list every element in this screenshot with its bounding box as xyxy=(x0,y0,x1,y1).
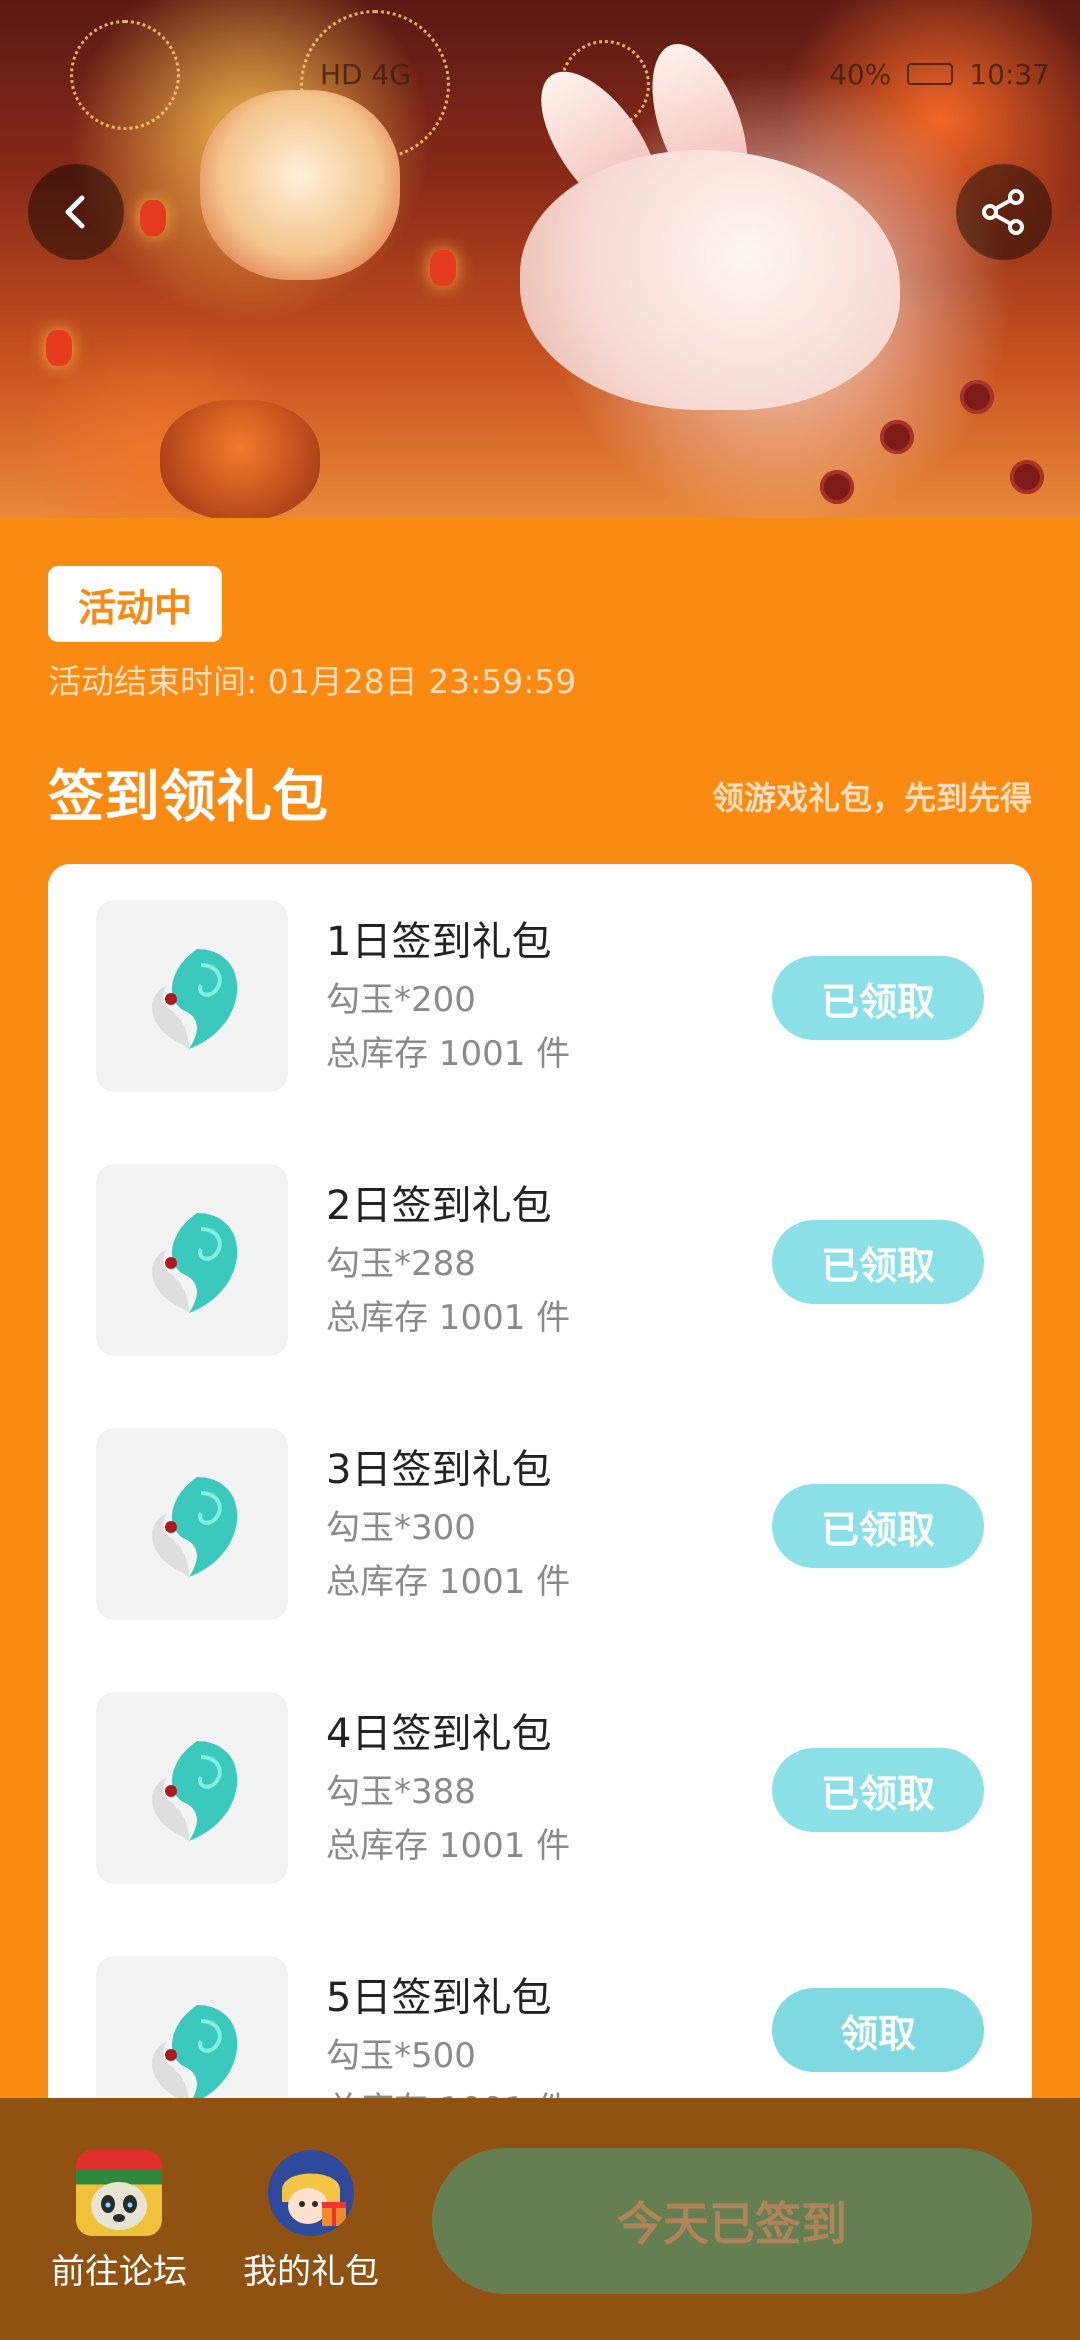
forum-game-icon xyxy=(76,2150,162,2236)
blossom-decoration xyxy=(820,470,854,504)
gift-name: 2日签到礼包 xyxy=(326,1183,552,1229)
gift-reward: 勾玉*288 xyxy=(326,1244,476,1284)
chevron-left-icon xyxy=(65,195,85,229)
claimed-button[interactable]: 已领取 xyxy=(772,1220,984,1304)
panda-icon xyxy=(91,2182,147,2230)
magatama-icon xyxy=(151,1213,238,1313)
gift-reward: 勾玉*500 xyxy=(326,2036,476,2076)
gift-thumbnail xyxy=(96,900,288,1092)
lantern-decoration xyxy=(430,250,456,286)
section-title: 签到领礼包 xyxy=(48,765,328,830)
gift-thumbnail xyxy=(96,1164,288,1356)
magatama-icon xyxy=(151,949,238,1049)
lantern-decoration xyxy=(140,200,166,236)
forum-label: 前往论坛 xyxy=(51,2252,187,2292)
hero-banner: HD 4G 40% 10:37 xyxy=(0,0,1080,518)
blossom-decoration xyxy=(960,380,994,414)
back-button[interactable] xyxy=(28,164,124,260)
claim-button[interactable]: 领取 xyxy=(772,1988,984,2072)
claimed-button[interactable]: 已领取 xyxy=(772,1748,984,1832)
blossom-decoration xyxy=(880,420,914,454)
gift-stock: 总库存 1001 件 xyxy=(326,1034,571,1074)
forum-link[interactable]: 前往论坛 xyxy=(34,2150,204,2300)
gift-name: 5日签到礼包 xyxy=(326,1975,552,2021)
gift-reward: 勾玉*388 xyxy=(326,1772,476,1812)
rabbit-illustration xyxy=(520,150,900,410)
share-icon xyxy=(982,189,1024,235)
gift-list-card: 1日签到礼包 勾玉*200 总库存 1001 件 已领取 2日签到礼包 勾玉*2… xyxy=(48,864,1032,2164)
gift-stock: 总库存 1001 件 xyxy=(326,1298,571,1338)
gift-stock: 总库存 1001 件 xyxy=(326,1826,571,1866)
my-gifts-icon xyxy=(268,2150,354,2236)
battery-icon xyxy=(907,63,954,85)
magatama-icon xyxy=(151,1477,238,1577)
status-right: 40% 10:37 xyxy=(829,58,1050,91)
signed-today-button[interactable]: 今天已签到 xyxy=(432,2148,1032,2294)
activity-status-badge: 活动中 xyxy=(48,566,222,642)
magatama-icon xyxy=(151,1741,238,1841)
lion-dance-illustration xyxy=(200,90,400,280)
gift-row: 4日签到礼包 勾玉*388 总库存 1001 件 已领取 xyxy=(48,1656,1032,1884)
gift-row: 1日签到礼包 勾玉*200 总库存 1001 件 已领取 xyxy=(48,864,1032,1092)
gift-reward: 勾玉*200 xyxy=(326,980,476,1020)
battery-percent: 40% xyxy=(829,57,892,91)
share-button[interactable] xyxy=(956,164,1052,260)
gift-name: 4日签到礼包 xyxy=(326,1711,552,1757)
gift-reward: 勾玉*300 xyxy=(326,1508,476,1548)
gift-name: 1日签到礼包 xyxy=(326,919,552,965)
bottom-action-bar: 前往论坛 我的礼包 今天已签到 xyxy=(0,2098,1080,2340)
gift-row: 5日签到礼包 勾玉*500 总库存 1001 件 领取 xyxy=(48,1920,1032,2148)
gift-thumbnail xyxy=(96,1428,288,1620)
my-gifts-link[interactable]: 我的礼包 xyxy=(226,2150,396,2300)
clock: 10:37 xyxy=(969,57,1050,91)
gift-thumbnail xyxy=(96,1692,288,1884)
status-bar: HD 4G 40% 10:37 xyxy=(320,52,1050,96)
blossom-decoration xyxy=(1010,460,1044,494)
firework-decoration xyxy=(70,20,180,130)
gift-name: 3日签到礼包 xyxy=(326,1447,552,1493)
network-indicator: HD 4G xyxy=(320,57,412,91)
gift-stock: 总库存 1001 件 xyxy=(326,1562,571,1602)
claimed-button[interactable]: 已领取 xyxy=(772,956,984,1040)
gift-row: 2日签到礼包 勾玉*288 总库存 1001 件 已领取 xyxy=(48,1128,1032,1356)
section-subtitle: 领游戏礼包，先到先得 xyxy=(711,779,1032,817)
my-gifts-label: 我的礼包 xyxy=(243,2252,379,2292)
claimed-button[interactable]: 已领取 xyxy=(772,1484,984,1568)
gift-row: 3日签到礼包 勾玉*300 总库存 1001 件 已领取 xyxy=(48,1392,1032,1620)
gift-character-icon xyxy=(282,2173,346,2226)
activity-end-time: 活动结束时间: 01月28日 23:59:59 xyxy=(48,662,577,701)
lantern-decoration xyxy=(46,330,72,366)
drum-illustration xyxy=(160,400,320,518)
